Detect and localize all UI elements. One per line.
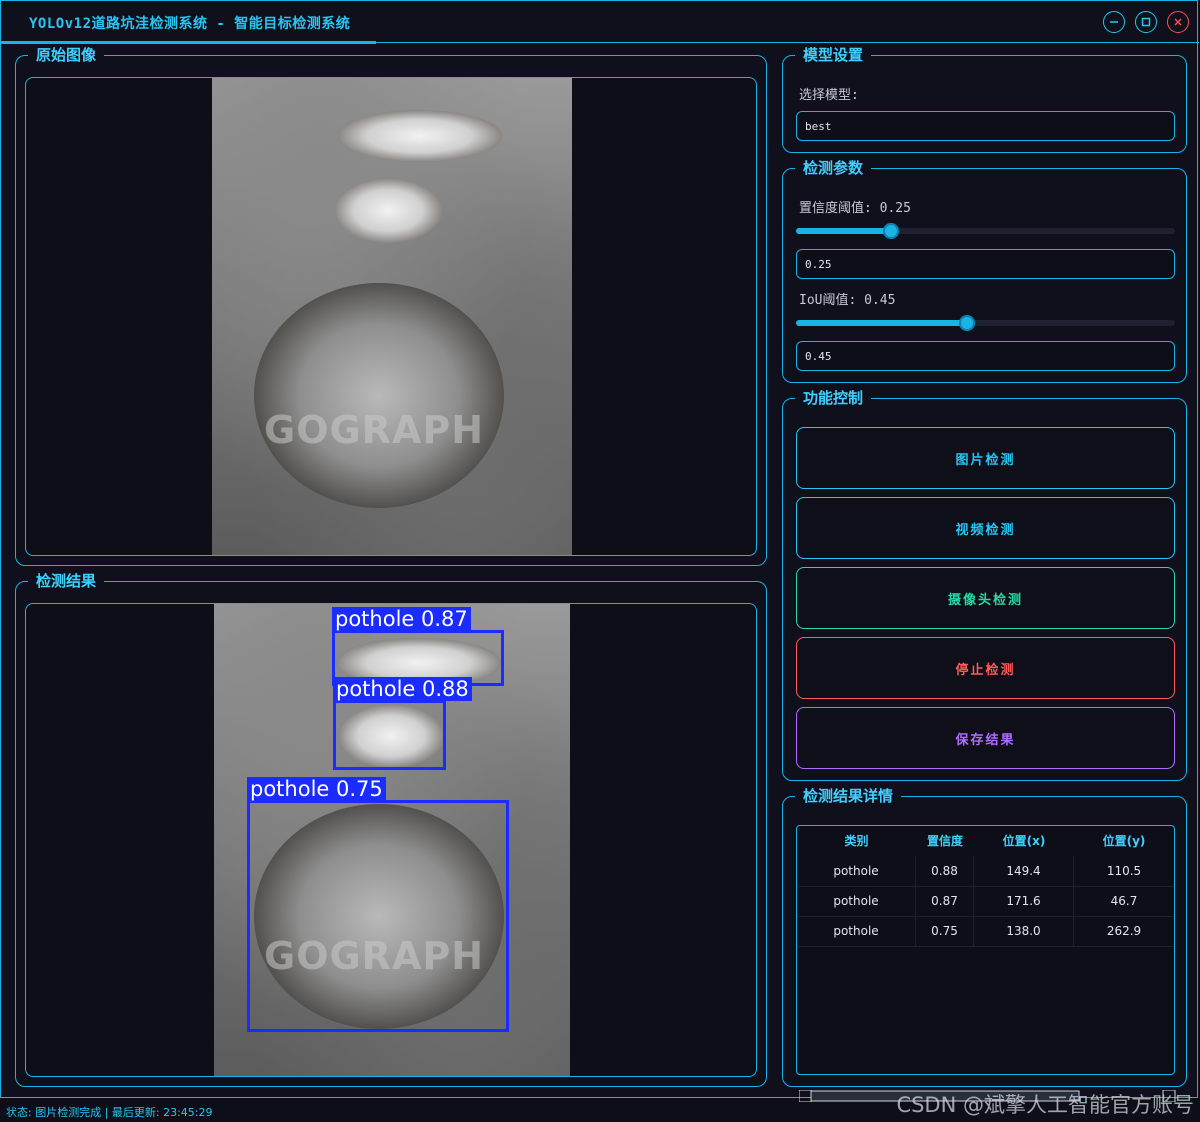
image-detect-button[interactable]: 图片检测 [796,427,1175,489]
function-control-group: 功能控制 图片检测 视频检测 摄像头检测 停止检测 保存结果 [782,389,1187,781]
iou-label: IoU阈值: 0.45 [799,293,896,308]
original-image-group: 原始图像 GOGRAPH [15,46,767,566]
original-image-frame: GOGRAPH [25,77,757,556]
table-row[interactable]: pothole 0.88 149.4 110.5 [797,856,1174,887]
detection-result-title: 检测结果 [28,572,105,590]
table-cell: 46.7 [1110,894,1138,908]
table-cell: 262.9 [1106,924,1142,938]
detection-params-title: 检测参数 [795,159,872,177]
model-settings-group: 模型设置 选择模型: best [782,46,1187,153]
table-cell: pothole [797,886,916,916]
table-cell: 149.4 [974,856,1074,886]
table-cell: 0.87 [916,886,974,916]
stop-detect-button[interactable]: 停止检测 [796,637,1175,699]
detection-details-group: 检测结果详情 类别 置信度 位置(x) 位置(y) pothole 0.88 1… [782,787,1187,1102]
app-window: YOLOv12道路坑洼检测系统 - 智能目标检测系统 原始图像 GOGRAPH … [0,0,1199,1102]
column-header[interactable]: 位置(x) [974,826,1074,856]
original-road-image: GOGRAPH [212,78,572,555]
iou-slider[interactable] [796,315,1175,331]
pothole-large [254,283,504,508]
detection-box[interactable]: pothole 0.88 [333,677,472,770]
detection-result-group: 检测结果 GOGRAPH pothole 0.87 pothole 0.88 p… [15,572,767,1087]
title-bar: YOLOv12道路坑洼检测系统 - 智能目标检测系统 [1,1,1199,44]
close-icon [1174,18,1182,26]
model-settings-title: 模型设置 [795,46,872,64]
maximize-icon [1141,17,1151,27]
close-button[interactable] [1167,11,1189,33]
save-result-button[interactable]: 保存结果 [796,707,1175,769]
camera-detect-button[interactable]: 摄像头检测 [796,567,1175,629]
detection-label: pothole 0.75 [247,777,386,801]
confidence-slider-fill [796,228,891,234]
detection-box[interactable]: pothole 0.75 [247,777,509,1032]
iou-slider-fill [796,320,967,326]
table-row[interactable]: pothole 0.75 138.0 262.9 [797,916,1174,947]
table-cell: pothole [797,916,916,946]
original-image-title: 原始图像 [28,46,105,64]
minimize-button[interactable] [1103,11,1125,33]
detection-details-table: 类别 置信度 位置(x) 位置(y) pothole 0.88 149.4 11… [796,825,1176,1102]
confidence-input[interactable]: 0.25 [796,249,1175,279]
window-title: YOLOv12道路坑洼检测系统 - 智能目标检测系统 [29,16,351,32]
table-cell: 171.6 [974,886,1074,916]
detection-label: pothole 0.88 [333,677,472,701]
title-underline [1,41,376,44]
csdn-watermark: CSDN @斌擎人工智能官方账号 [896,1093,1194,1117]
table-cell: 138.0 [974,916,1074,946]
model-select[interactable]: best [796,111,1175,141]
column-header[interactable]: 类别 [797,826,916,856]
status-bar: 状态: 图片检测完成 | 最后更新: 23:45:29 [6,1106,213,1119]
pothole-top [337,110,502,162]
table-cell: 0.88 [916,856,974,886]
iou-input[interactable]: 0.45 [796,341,1175,371]
minimize-icon [1110,21,1118,23]
detection-details-title: 检测结果详情 [795,787,902,805]
confidence-label: 置信度阈值: 0.25 [799,201,911,216]
confidence-slider[interactable] [796,223,1175,239]
table-header: 类别 置信度 位置(x) 位置(y) [797,826,1174,856]
column-header[interactable]: 置信度 [916,826,974,856]
iou-slider-handle[interactable] [958,315,975,331]
image-watermark: GOGRAPH [264,408,485,452]
table-row[interactable]: pothole 0.87 171.6 46.7 [797,886,1174,917]
video-detect-button[interactable]: 视频检测 [796,497,1175,559]
detection-params-group: 检测参数 置信度阈值: 0.25 0.25 IoU阈值: 0.45 0.45 [782,159,1187,383]
table-cell: 0.75 [916,916,974,946]
model-select-label: 选择模型: [799,88,859,103]
confidence-slider-handle[interactable] [882,223,899,239]
detection-result-frame: GOGRAPH pothole 0.87 pothole 0.88 pothol… [25,603,757,1077]
function-control-title: 功能控制 [795,389,872,407]
table-cell: pothole [797,856,916,886]
pothole-middle [334,178,442,243]
maximize-button[interactable] [1135,11,1157,33]
detection-label: pothole 0.87 [332,607,471,631]
table-cell: 110.5 [1106,864,1142,878]
column-header[interactable]: 位置(y) [1074,826,1174,856]
